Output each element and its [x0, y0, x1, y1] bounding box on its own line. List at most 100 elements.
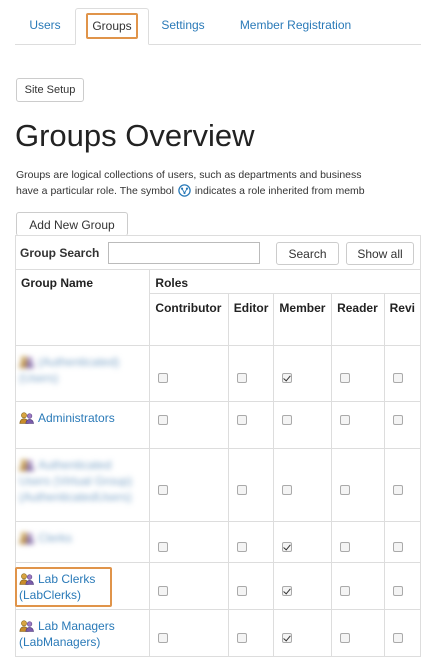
role-checkbox[interactable]: [340, 586, 351, 596]
role-checkbox[interactable]: [282, 373, 293, 383]
group-link[interactable]: (Authenticated) (Users): [19, 355, 119, 385]
role-cell: [227, 609, 275, 657]
role-checkbox[interactable]: [392, 542, 403, 552]
role-checkbox[interactable]: [392, 633, 403, 643]
roles-header: Roles: [149, 269, 421, 294]
group-link[interactable]: Administrators: [19, 411, 115, 425]
table-row: Authenticated Users (Virtual Group) (Authe…: [14, 448, 421, 522]
role-cell: [227, 448, 275, 522]
role-checkbox[interactable]: [158, 373, 169, 383]
role-checkbox[interactable]: [236, 373, 247, 383]
page-description: Groups are logical collections of users,…: [16, 167, 421, 199]
group-icon: [19, 620, 34, 632]
role-checkbox[interactable]: [236, 415, 247, 425]
description-line-1: Groups are logical collections of users,…: [16, 169, 362, 181]
group-link[interactable]: Clerks: [19, 531, 72, 545]
role-checkbox[interactable]: [236, 633, 247, 643]
group-search-row: Group Search Search Show all: [15, 235, 421, 270]
role-checkbox[interactable]: [392, 373, 403, 383]
role-checkbox[interactable]: [282, 633, 293, 643]
group-name-line-1: Administrators: [38, 411, 115, 425]
role-cell: [227, 521, 275, 563]
table-row: Lab Clerks (LabClerks): [14, 562, 421, 610]
group-name-cell: Clerks: [14, 521, 151, 563]
role-checkbox[interactable]: [282, 586, 293, 596]
role-cell: [273, 345, 333, 402]
role-header-editor: Editor: [227, 293, 275, 346]
role-checkbox[interactable]: [340, 542, 351, 552]
tab-groups[interactable]: Groups: [75, 8, 149, 45]
page-title: Groups Overview: [15, 118, 255, 153]
role-checkbox[interactable]: [392, 485, 403, 495]
role-cell: [227, 345, 275, 402]
show-all-button[interactable]: Show all: [346, 242, 414, 265]
role-header-reader: Reader: [331, 293, 385, 346]
role-header-reviewer: Revi: [383, 293, 421, 346]
role-cell: [383, 401, 421, 449]
group-name-line-2: Users (Virtual Group): [19, 474, 133, 488]
role-checkbox[interactable]: [158, 542, 169, 552]
group-name-line-1: Lab Managers: [38, 619, 115, 633]
role-cell: [383, 521, 421, 563]
description-line-2-start: have a particular role. The symbol: [16, 185, 174, 197]
role-checkbox[interactable]: [282, 415, 293, 425]
role-checkbox[interactable]: [282, 542, 293, 552]
table-row: (Authenticated) (Users): [14, 345, 421, 402]
role-cell: [383, 562, 421, 610]
group-link[interactable]: Authenticated Users (Virtual Group) (Authe…: [19, 458, 132, 504]
role-checkbox[interactable]: [340, 485, 351, 495]
group-name-header: Group Name: [14, 269, 151, 346]
tab-groups-label: Groups: [86, 13, 138, 39]
role-cell: [149, 521, 229, 563]
inherited-role-icon: [178, 184, 191, 197]
role-cell: [149, 609, 229, 657]
tab-member-registration[interactable]: Member Registration: [223, 8, 368, 43]
role-cell: [331, 562, 385, 610]
role-cell: [227, 401, 275, 449]
role-checkbox[interactable]: [392, 415, 403, 425]
role-cell: [331, 345, 385, 402]
role-checkbox[interactable]: [340, 633, 351, 643]
groups-table: Group Search Search Show all Group Name …: [14, 235, 421, 657]
description-line-2-end: indicates a role inherited from memb: [194, 185, 365, 197]
role-cell: [149, 448, 229, 522]
role-checkbox[interactable]: [158, 415, 169, 425]
role-cell: [273, 521, 333, 563]
group-name-cell: Lab Clerks (LabClerks): [14, 562, 151, 610]
role-checkbox[interactable]: [158, 633, 169, 643]
role-checkbox[interactable]: [392, 586, 403, 596]
group-name-line-1: Clerks: [38, 531, 73, 545]
group-icon: [19, 412, 34, 424]
tab-users[interactable]: Users: [15, 8, 75, 43]
group-name-cell: Administrators: [14, 401, 151, 449]
role-header-member: Member: [273, 293, 333, 346]
add-new-group-button[interactable]: Add New Group: [16, 212, 128, 236]
group-name-cell: Authenticated Users (Virtual Group) (Authe…: [14, 448, 151, 522]
tab-settings[interactable]: Settings: [153, 8, 213, 43]
role-checkbox[interactable]: [282, 485, 293, 495]
group-search-input[interactable]: [108, 242, 260, 264]
role-checkbox[interactable]: [340, 373, 351, 383]
header-row: Group Name Roles: [14, 269, 421, 346]
role-cell: [273, 609, 333, 657]
search-button[interactable]: Search: [276, 242, 339, 265]
role-cell: [331, 609, 385, 657]
site-setup-button[interactable]: Site Setup: [16, 78, 84, 102]
role-checkbox[interactable]: [340, 415, 351, 425]
role-checkbox[interactable]: [236, 542, 247, 552]
role-checkbox[interactable]: [236, 485, 247, 495]
group-name-cell: Lab Managers (LabManagers): [14, 609, 151, 657]
role-cell: [331, 401, 385, 449]
role-cell: [383, 609, 421, 657]
role-cell: [149, 345, 229, 402]
role-checkbox[interactable]: [158, 485, 169, 495]
role-cell: [227, 562, 275, 610]
role-checkbox[interactable]: [236, 586, 247, 596]
group-rows: (Authenticated) (Users) Administrators Aut…: [14, 345, 421, 657]
role-checkbox[interactable]: [158, 586, 169, 596]
role-cell: [273, 562, 333, 610]
group-link[interactable]: Lab Managers (LabManagers): [19, 619, 115, 649]
group-icon: [19, 356, 34, 368]
group-name-cell: (Authenticated) (Users): [14, 345, 151, 402]
highlight-box: [15, 567, 112, 607]
